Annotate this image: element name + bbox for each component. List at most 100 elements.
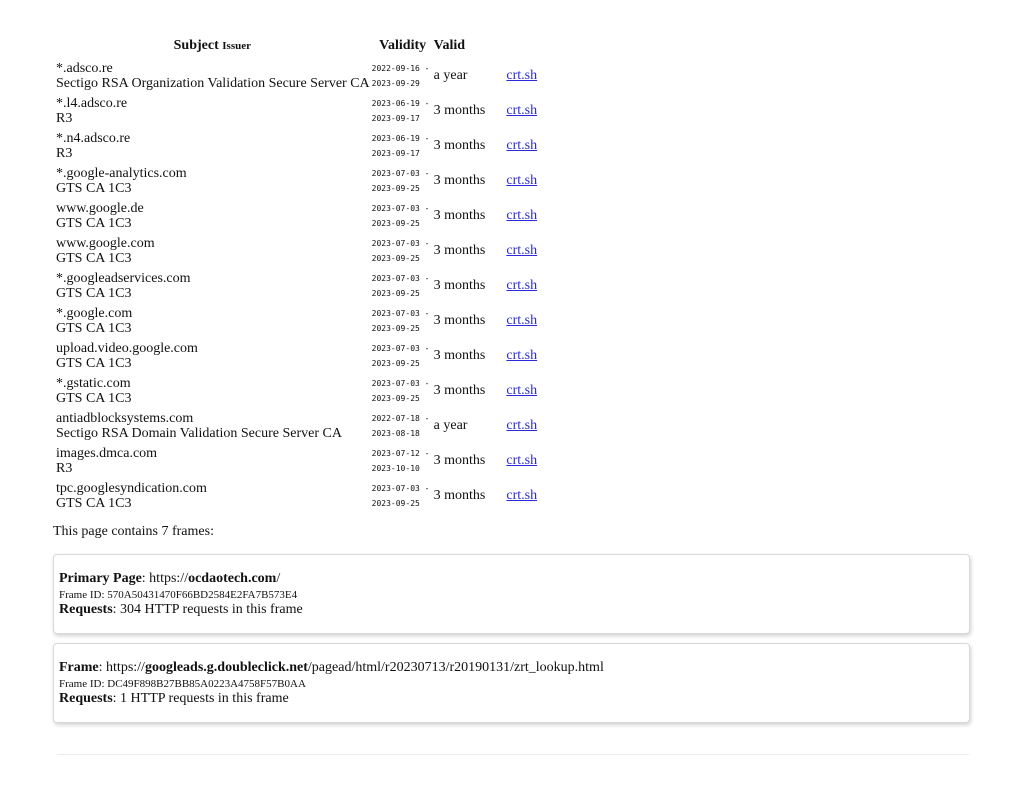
subject-name: *.googleadservices.com [56, 270, 191, 286]
issuer-header: Issuer [222, 40, 251, 52]
frame-url-prefix: : https:// [141, 571, 189, 586]
crtsh-link[interactable]: crt.sh [506, 453, 537, 468]
valid-to: 2023-09-25 [371, 288, 420, 298]
crtsh-link[interactable]: crt.sh [506, 243, 537, 258]
table-header-row: Subject Issuer Validity Valid [53, 37, 537, 58]
issuer-name: GTS CA 1C3 [56, 355, 132, 371]
validity-header: Validity [379, 38, 427, 53]
crtsh-link[interactable]: crt.sh [506, 68, 537, 83]
crtsh-link[interactable]: crt.sh [506, 278, 537, 293]
crtsh-link[interactable]: crt.sh [506, 138, 537, 153]
validity-cell: 2023-07-12 - 2023-10-10 [372, 443, 434, 478]
issuer-name: GTS CA 1C3 [56, 250, 132, 266]
valid-from: 2023-06-19 - [371, 133, 430, 143]
valid-from: 2023-07-03 - [371, 273, 430, 283]
subject-issuer-cell: *.googleadservices.com GTS CA 1C3 [53, 268, 372, 303]
valid-duration: 3 months [433, 103, 486, 118]
subject-name: *.l4.adsco.re [56, 95, 128, 111]
subject-issuer-cell: *.l4.adsco.re R3 [53, 93, 372, 128]
crtsh-link[interactable]: crt.sh [506, 348, 537, 363]
crtsh-cell: crt.sh [506, 443, 537, 478]
validity-cell: 2022-09-16 - 2023-09-29 [372, 58, 434, 93]
validity-cell: 2023-07-03 - 2023-09-25 [372, 233, 434, 268]
issuer-name: R3 [56, 145, 73, 161]
valid-to: 2023-09-25 [371, 253, 420, 263]
crtsh-link[interactable]: crt.sh [506, 313, 537, 328]
subject-name: tpc.googlesyndication.com [56, 480, 207, 496]
valid-from: 2022-07-18 - [371, 413, 430, 423]
frames-note: This page contains 7 frames: [53, 524, 214, 539]
validity-cell: 2023-07-03 - 2023-09-25 [372, 163, 434, 198]
valid-to: 2023-09-29 [371, 78, 420, 88]
valid-header: Valid [433, 38, 466, 53]
valid-to: 2023-09-17 [371, 113, 420, 123]
section-divider [57, 754, 969, 755]
valid-to: 2023-09-25 [371, 183, 420, 193]
issuer-name: GTS CA 1C3 [56, 320, 132, 336]
frame-url-path: / [276, 571, 281, 586]
validity-cell: 2023-07-03 - 2023-09-25 [372, 198, 434, 233]
frame-requests-line: Requests: 1 HTTP requests in this frame [59, 691, 289, 707]
certificates-table: Subject Issuer Validity Valid *.adsco.re… [53, 37, 537, 513]
subject-issuer-cell: upload.video.google.com GTS CA 1C3 [53, 338, 372, 373]
table-row: *.l4.adsco.re R3 2023-06-19 -2023-09-17 3 m… [53, 93, 537, 128]
subject-name: *.gstatic.com [56, 375, 131, 391]
table-row: upload.video.google.com GTS CA 1C3 2023-07… [53, 338, 537, 373]
subject-issuer-header: Subject Issuer [53, 37, 372, 58]
valid-duration: 3 months [433, 278, 486, 293]
crtsh-cell: crt.sh [506, 233, 537, 268]
frame-url-line: Frame: https://googleads.g.doubleclick.n… [59, 660, 604, 676]
valid-to: 2023-10-10 [371, 463, 420, 473]
crtsh-link[interactable]: crt.sh [506, 488, 537, 503]
valid-duration: 3 months [433, 173, 486, 188]
subject-issuer-cell: images.dmca.com R3 [53, 443, 372, 478]
validity-cell: 2023-07-03 - 2023-09-25 [372, 303, 434, 338]
validity-cell: 2023-06-19 - 2023-09-17 [372, 128, 434, 163]
frame-card-primary: Primary Page: https://ocdaotech.com/ Fra… [53, 554, 970, 634]
issuer-name: R3 [56, 110, 73, 126]
crtsh-cell: crt.sh [506, 478, 537, 513]
valid-from: 2023-07-12 - [371, 448, 430, 458]
valid-from: 2023-07-03 - [371, 308, 430, 318]
valid-duration: 3 months [433, 208, 486, 223]
crtsh-cell: crt.sh [506, 373, 537, 408]
valid-from: 2023-07-03 - [371, 378, 430, 388]
requests-label: Requests [59, 602, 113, 617]
subject-issuer-cell: *.adsco.re Sectigo RSA Organization Valid… [53, 58, 372, 93]
table-row: *.google-analytics.com GTS CA 1C3 2023-07-… [53, 163, 537, 198]
crtsh-cell: crt.sh [506, 198, 537, 233]
subject-issuer-cell: tpc.googlesyndication.com GTS CA 1C3 [53, 478, 372, 513]
crtsh-link[interactable]: crt.sh [506, 173, 537, 188]
valid-duration: 3 months [433, 348, 486, 363]
table-row: *.google.com GTS CA 1C3 2023-07-03 -2023-0… [53, 303, 537, 338]
link-header [506, 37, 537, 58]
frame-url-path: /pagead/html/r20230713/r20190131/zrt_loo… [307, 660, 604, 675]
certificates-section: Subject Issuer Validity Valid *.adsco.re… [53, 37, 973, 513]
validity-cell: 2023-06-19 - 2023-09-17 [372, 93, 434, 128]
requests-text: : 304 HTTP requests in this frame [112, 602, 303, 617]
issuer-name: GTS CA 1C3 [56, 215, 132, 231]
validity-cell: 2023-07-03 - 2023-09-25 [372, 268, 434, 303]
issuer-name: GTS CA 1C3 [56, 390, 132, 406]
requests-text: : 1 HTTP requests in this frame [112, 691, 289, 706]
issuer-name: GTS CA 1C3 [56, 495, 132, 511]
validity-cell: 2023-07-03 - 2023-09-25 [372, 338, 434, 373]
subject-name: *.google.com [56, 305, 133, 321]
crtsh-link[interactable]: crt.sh [506, 383, 537, 398]
table-row: *.adsco.re Sectigo RSA Organization Valid… [53, 58, 537, 93]
crtsh-cell: crt.sh [506, 128, 537, 163]
subject-issuer-cell: www.google.com GTS CA 1C3 [53, 233, 372, 268]
valid-to: 2023-09-25 [371, 358, 420, 368]
frame-url-prefix: : https:// [98, 660, 145, 675]
subject-name: images.dmca.com [56, 445, 158, 461]
crtsh-link[interactable]: crt.sh [506, 418, 537, 433]
frame-id: Frame ID: DC49F898B27BB85A0223A4758F57B0… [59, 678, 306, 690]
subject-issuer-cell: *.google-analytics.com GTS CA 1C3 [53, 163, 372, 198]
valid-to: 2023-09-25 [371, 498, 420, 508]
valid-to: 2023-09-25 [371, 218, 420, 228]
valid-duration: a year [433, 418, 468, 433]
crtsh-cell: crt.sh [506, 268, 537, 303]
issuer-name: R3 [56, 460, 73, 476]
crtsh-link[interactable]: crt.sh [506, 208, 537, 223]
crtsh-link[interactable]: crt.sh [506, 103, 537, 118]
